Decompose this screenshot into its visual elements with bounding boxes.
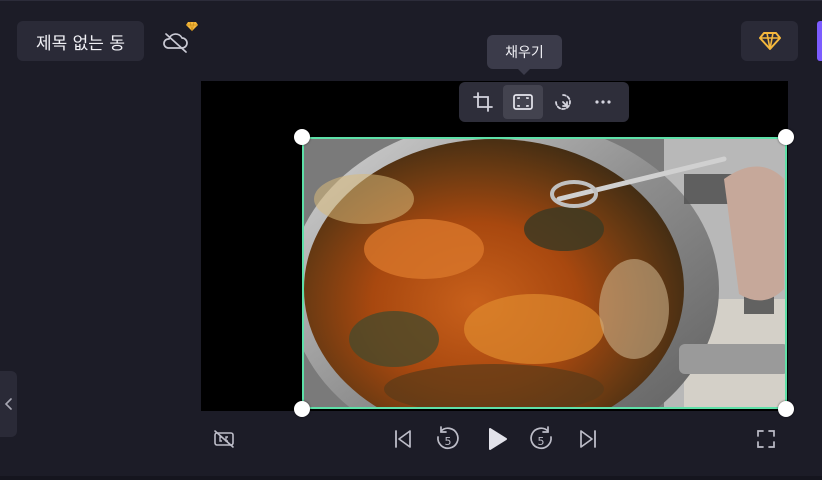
- resize-handle-bottom-right[interactable]: [778, 401, 794, 417]
- skip-forward-icon: [580, 430, 596, 448]
- skip-forward-button[interactable]: [576, 427, 600, 451]
- skip-back-icon: [395, 430, 411, 448]
- skip-back-button[interactable]: [391, 427, 415, 451]
- more-options-button[interactable]: [583, 85, 623, 119]
- captions-off-icon: [214, 430, 234, 448]
- bottom-divider: [0, 476, 822, 480]
- rotate-icon: [555, 94, 571, 110]
- crop-button[interactable]: [463, 85, 503, 119]
- media-toolbar: [459, 82, 629, 122]
- fill-frame-icon: [513, 94, 533, 110]
- forward-5-button[interactable]: 5: [528, 425, 556, 453]
- resize-handle-top-right[interactable]: [778, 129, 794, 145]
- more-icon: [595, 100, 611, 104]
- rewind-seconds-label: 5: [444, 434, 452, 448]
- tooltip-label: 채우기: [505, 45, 544, 61]
- panel-collapse-tab[interactable]: [0, 371, 17, 437]
- resize-handle-top-left[interactable]: [294, 129, 310, 145]
- project-title-text: 제목 없는 동: [35, 33, 125, 54]
- play-icon: [489, 428, 507, 450]
- rotate-button[interactable]: [543, 85, 583, 119]
- captions-toggle-button[interactable]: [212, 427, 236, 451]
- upgrade-button[interactable]: [741, 21, 798, 61]
- play-button[interactable]: [483, 425, 511, 453]
- project-title[interactable]: 제목 없는 동: [17, 21, 144, 61]
- forward-seconds-label: 5: [537, 434, 545, 448]
- video-clip[interactable]: [302, 137, 787, 409]
- export-button-edge[interactable]: [817, 21, 822, 61]
- resize-handle-bottom-left[interactable]: [294, 401, 310, 417]
- fullscreen-button[interactable]: [754, 427, 778, 451]
- diamond-icon: [759, 32, 781, 50]
- crop-icon: [473, 92, 493, 112]
- rewind-5-button[interactable]: 5: [433, 425, 461, 453]
- premium-gem-icon: [186, 21, 198, 32]
- chevron-left-icon: [4, 398, 12, 410]
- fullscreen-icon: [757, 430, 775, 448]
- fill-button[interactable]: [503, 85, 543, 119]
- video-frame-image: [304, 139, 785, 407]
- cloud-sync-button[interactable]: [157, 21, 198, 61]
- top-divider: [0, 0, 822, 1]
- fill-tooltip: 채우기: [487, 35, 562, 75]
